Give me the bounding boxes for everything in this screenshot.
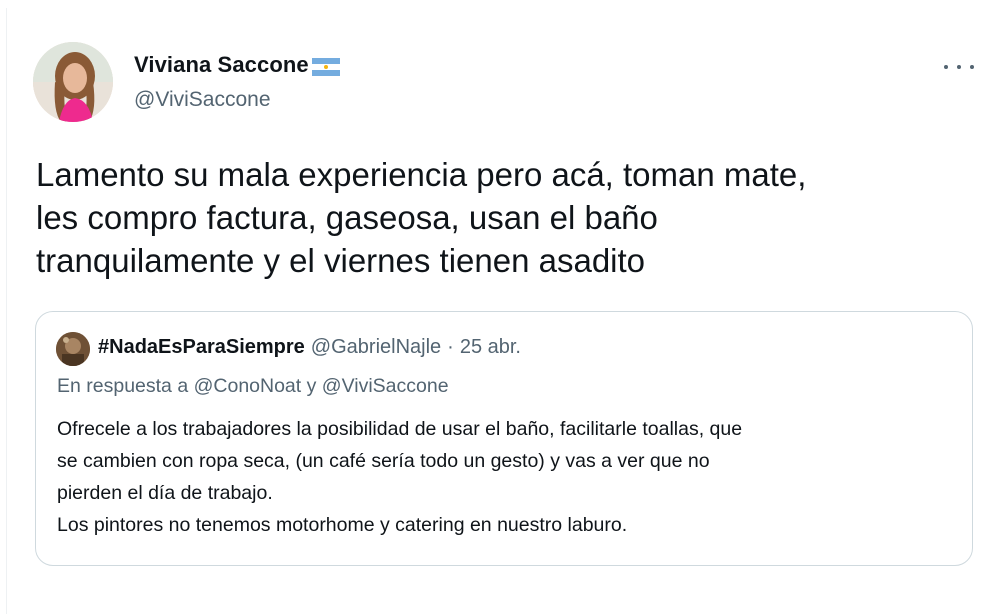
left-divider <box>6 8 7 614</box>
more-dot <box>970 65 974 69</box>
reply-mention-1[interactable]: @ConoNoat <box>194 375 302 397</box>
quoted-author-handle[interactable]: @GabrielNajle <box>311 336 441 359</box>
reply-mention-2[interactable]: @ViviSaccone <box>322 375 449 397</box>
reply-joiner: y <box>306 375 317 397</box>
more-dot <box>944 65 948 69</box>
argentina-flag-icon <box>311 56 340 76</box>
tweet-text: Lamento su mala experiencia pero acá, to… <box>36 156 807 279</box>
more-horizontal-icon[interactable] <box>944 60 974 74</box>
author-name-row[interactable]: Viviana Saccone <box>134 52 340 78</box>
reply-prefix: En respuesta a <box>57 375 189 397</box>
dot-separator: · <box>447 336 454 358</box>
author-handle[interactable]: @ViviSaccone <box>134 88 271 112</box>
quoted-tweet-text: Ofrecele a los trabajadores la posibilid… <box>57 418 743 536</box>
author-avatar[interactable] <box>33 42 113 122</box>
quoted-author-name[interactable]: #NadaEsParaSiempre <box>98 336 305 359</box>
reply-context: En respuesta a @ConoNoat y @ViviSaccone <box>57 375 449 398</box>
more-dot <box>957 65 961 69</box>
author-name[interactable]: Viviana Saccone <box>134 52 309 78</box>
quoted-author-avatar[interactable] <box>56 332 90 366</box>
quoted-date[interactable]: 25 abr. <box>460 336 521 359</box>
quoted-header: #NadaEsParaSiempre @GabrielNajle · 25 ab… <box>98 336 521 359</box>
